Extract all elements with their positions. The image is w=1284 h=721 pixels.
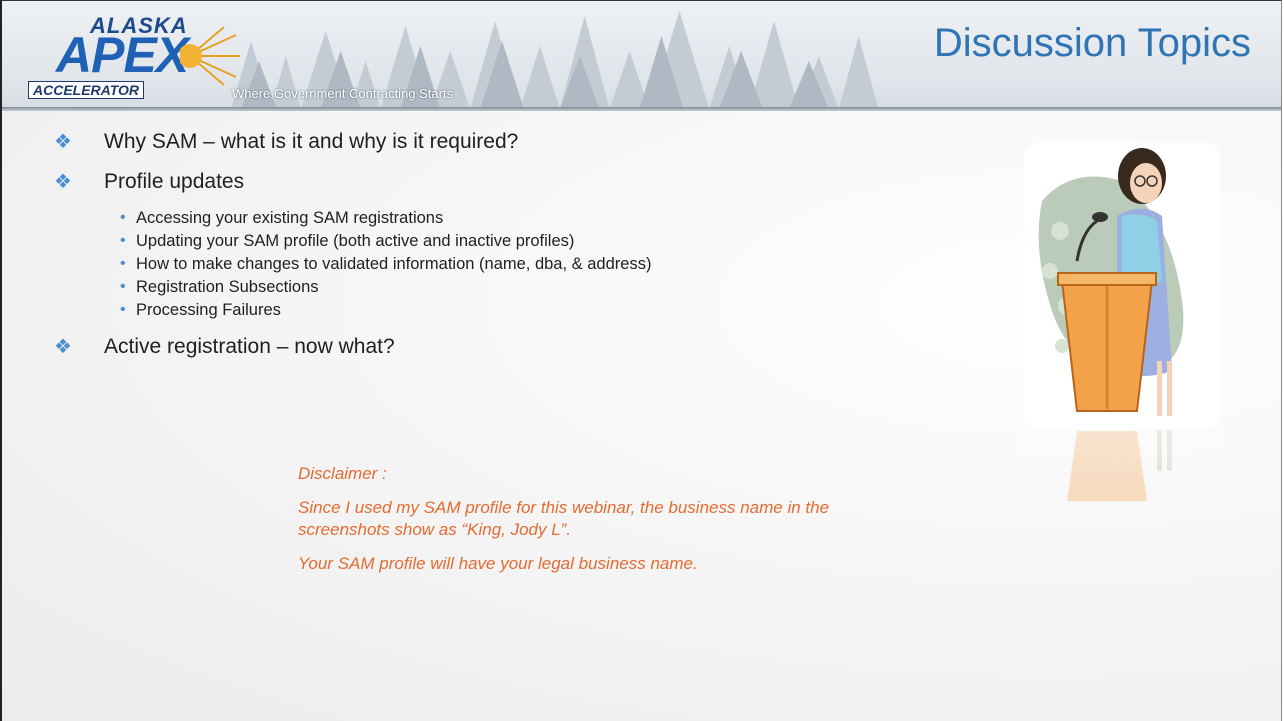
subtopic-item: • Processing Failures (114, 299, 954, 322)
slide-title: Discussion Topics (933, 21, 1251, 65)
subtopic-label: How to make changes to validated informa… (136, 255, 652, 273)
disclaimer-block: Disclaimer : Since I used my SAM profile… (298, 463, 898, 587)
diamond-bullet-icon: ❖ (54, 336, 72, 358)
topic-item: ❖ Profile updates (54, 169, 954, 195)
header-divider (2, 107, 1281, 111)
apex-accelerator-logo: ALASKA APEX ACCELERATOR (20, 7, 240, 99)
diamond-bullet-icon: ❖ (54, 171, 72, 193)
bullet-dot-icon: • (120, 209, 126, 226)
subtopic-item: • Registration Subsections (114, 276, 954, 299)
subtopic-label: Updating your SAM profile (both active a… (136, 232, 575, 250)
topic-label: Active registration – now what? (104, 335, 395, 358)
diamond-bullet-icon: ❖ (54, 131, 72, 153)
disclaimer-heading: Disclaimer : (298, 464, 387, 483)
bullet-dot-icon: • (120, 255, 126, 272)
subtopic-item: • Updating your SAM profile (both active … (114, 230, 954, 253)
logo-accelerator-text: ACCELERATOR (28, 81, 145, 99)
topic-item: ❖ Why SAM – what is it and why is it req… (54, 129, 954, 155)
bullet-dot-icon: • (120, 301, 126, 318)
subtopic-list: • Accessing your existing SAM registratio… (114, 207, 954, 322)
slide: ALASKA APEX ACCELERATOR Where Government… (0, 0, 1282, 721)
topic-item: ❖ Active registration – now what? (54, 334, 954, 360)
sun-icon (180, 26, 240, 86)
clipart-reflection (1022, 431, 1222, 511)
topic-list: ❖ Why SAM – what is it and why is it req… (54, 129, 954, 374)
subtopic-label: Registration Subsections (136, 278, 319, 296)
disclaimer-line: Your SAM profile will have your legal bu… (298, 554, 698, 573)
topic-label: Why SAM – what is it and why is it requi… (104, 130, 519, 153)
slide-header: ALASKA APEX ACCELERATOR Where Government… (2, 1, 1281, 111)
subtopic-item: • How to make changes to validated inform… (114, 253, 954, 276)
logo-apex-text: APEX (56, 27, 189, 83)
subtopic-label: Processing Failures (136, 301, 281, 319)
bullet-dot-icon: • (120, 278, 126, 295)
speaker-at-podium-clipart (1024, 143, 1220, 429)
subtopic-label: Accessing your existing SAM registration… (136, 209, 444, 227)
disclaimer-line: Since I used my SAM profile for this web… (298, 498, 830, 539)
bullet-dot-icon: • (120, 232, 126, 249)
subtopic-item: • Accessing your existing SAM registratio… (114, 207, 954, 230)
header-tagline: Where Government Contracting Starts (232, 86, 454, 101)
topic-label: Profile updates (104, 170, 245, 193)
